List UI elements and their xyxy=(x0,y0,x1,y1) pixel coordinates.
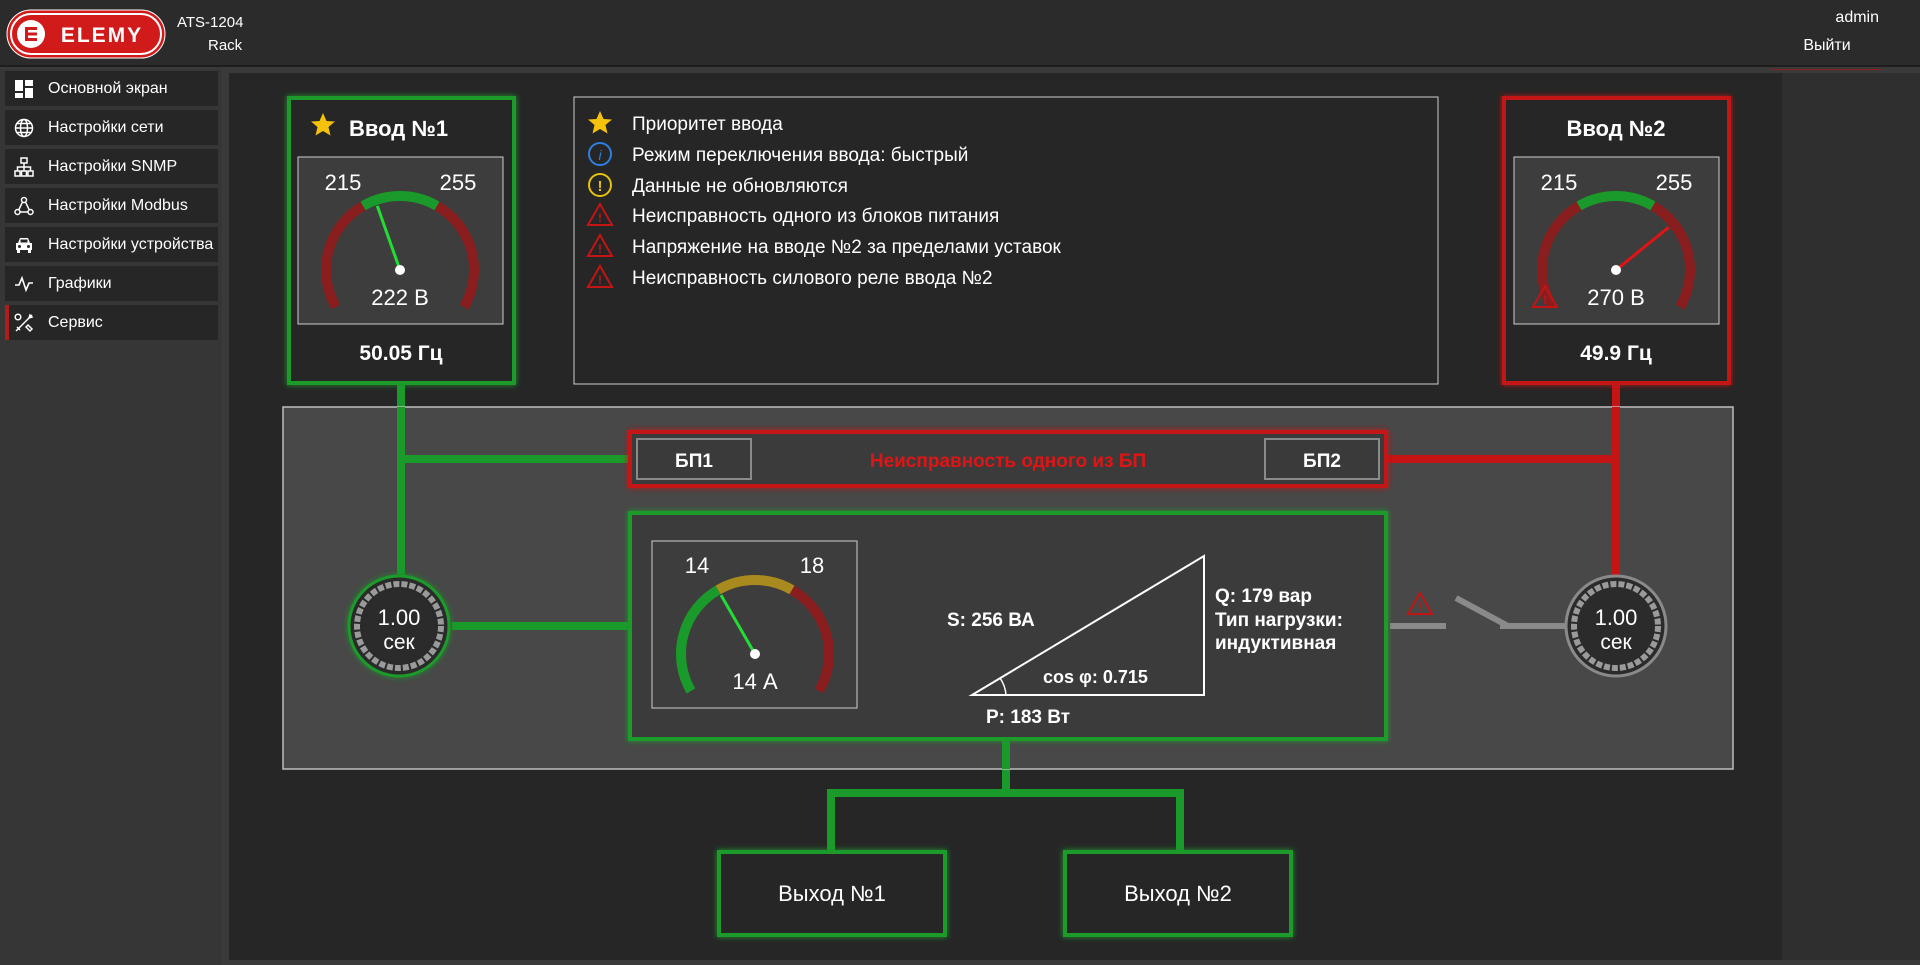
current-gauge-min: 14 xyxy=(685,553,709,578)
event-text: Приоритет ввода xyxy=(632,114,783,135)
cos-phi: cos φ: 0.715 xyxy=(1043,667,1148,687)
input-1-voltage: 222 В xyxy=(371,285,429,310)
events-panel: i ! ! ! ! Приоритет ввода Режим переключ… xyxy=(573,96,1439,385)
gauge-pivot xyxy=(395,265,405,275)
svg-text:!: ! xyxy=(598,273,602,287)
svg-text:!: ! xyxy=(1418,600,1422,614)
output-2[interactable]: Выход №2 xyxy=(1063,850,1293,937)
output-1[interactable]: Выход №1 xyxy=(717,850,947,937)
svg-text:!: ! xyxy=(598,211,602,225)
svg-text:!: ! xyxy=(1543,293,1547,307)
current-value: 14 А xyxy=(732,669,778,694)
event-text: Режим переключения ввода: быстрый xyxy=(632,145,968,166)
output-2-label: Выход №2 xyxy=(1124,881,1232,906)
input-1-title: Ввод №1 xyxy=(349,116,448,141)
reactive-power: Q: 179 вар xyxy=(1215,586,1312,607)
bp-fault-text: Неисправность одного из БП xyxy=(870,451,1146,472)
bp1-label: БП1 xyxy=(675,451,713,472)
event-text: Данные не обновляются xyxy=(632,176,848,197)
input-1-gauge-max: 255 xyxy=(440,170,477,195)
event-text: Неисправность силового реле ввода №2 xyxy=(632,268,993,289)
output-1-label: Выход №1 xyxy=(778,881,886,906)
timer-2-value: 1.00 xyxy=(1595,605,1638,630)
load-type-value: индуктивная xyxy=(1215,633,1336,654)
timer-1: 1.00 сек xyxy=(347,574,451,678)
power-supply-bar: БП1 БП2 Неисправность одного из БП xyxy=(628,430,1388,488)
input-2-gauge-min: 215 xyxy=(1541,170,1578,195)
active-power: P: 183 Вт xyxy=(986,707,1070,728)
input-1-panel[interactable]: Ввод №1 215 255 222 В 50.05 Гц xyxy=(287,96,516,385)
svg-text:!: ! xyxy=(598,242,602,256)
current-gauge-max: 18 xyxy=(800,553,824,578)
event-text: Неисправность одного из блоков питания xyxy=(632,206,999,227)
svg-text:!: ! xyxy=(598,178,603,195)
input-1-gauge-min: 215 xyxy=(325,170,362,195)
input-1-frequency: 50.05 Гц xyxy=(359,342,442,365)
load-panel: 14 18 14 А S: 256 ВА cos φ: 0.715 P: 183… xyxy=(628,511,1388,741)
input-2-frequency: 49.9 Гц xyxy=(1580,342,1652,365)
event-text: Напряжение на вводе №2 за пределами уста… xyxy=(632,237,1062,258)
input-2-title: Ввод №2 xyxy=(1566,116,1665,141)
timer-1-value: 1.00 xyxy=(378,605,421,630)
timer-2-unit: сек xyxy=(1600,631,1632,654)
input-2-voltage: 270 В xyxy=(1587,285,1645,310)
input-2-panel[interactable]: Ввод №2 215 255 ! 270 В 49.9 Гц xyxy=(1502,96,1731,385)
timer-1-unit: сек xyxy=(383,631,415,654)
ats-schematic: Ввод №1 215 255 222 В 50.05 Гц i ! ! ! !… xyxy=(282,96,1734,937)
gauge-pivot xyxy=(1611,265,1621,275)
gauge-pivot xyxy=(750,649,760,659)
bp2-label: БП2 xyxy=(1303,451,1341,472)
input-2-gauge-max: 255 xyxy=(1656,170,1693,195)
load-type-label: Тип нагрузки: xyxy=(1215,610,1343,631)
timer-2: 1.00 сек xyxy=(1564,574,1668,678)
apparent-power: S: 256 ВА xyxy=(947,610,1035,631)
